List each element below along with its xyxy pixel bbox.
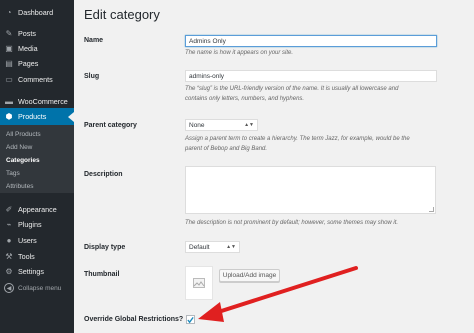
slug-field[interactable]: admins-only (185, 70, 437, 82)
settings-icon: ⚙ (5, 267, 13, 276)
pin-icon: ✎ (5, 29, 13, 38)
media-icon: ▣ (5, 44, 13, 53)
dashboard-icon: ◔ (6, 8, 12, 17)
users-icon: ● (6, 236, 12, 245)
sidebar-item-pages[interactable]: ▤ Pages (0, 55, 74, 72)
sidebar-item-label: Dashboard (18, 8, 54, 17)
submenu-item-categories[interactable]: Categories (6, 157, 40, 164)
sidebar-item-settings[interactable]: ⚙ Settings (0, 263, 74, 280)
display-type-value: Default (189, 243, 210, 251)
chevron-updown-icon: ▲▼ (244, 121, 254, 128)
upload-image-button[interactable]: Upload/Add image (219, 269, 280, 282)
display-type-select[interactable]: Default ▲▼ (185, 241, 240, 253)
chevron-updown-icon: ▲▼ (226, 243, 236, 250)
sidebar-item-label: WooCommerce (18, 97, 68, 106)
products-submenu: All Products Add New Categories Tags Att… (0, 125, 74, 193)
display-type-label: Display type (84, 244, 126, 251)
slug-description-line-2: contains only letters, numbers, and hyph… (185, 96, 305, 102)
image-placeholder-icon (193, 278, 205, 288)
appearance-icon: ✐ (5, 205, 13, 214)
sidebar-item-comments[interactable]: ▭ Comments (0, 71, 74, 88)
override-restrictions-checkbox[interactable] (186, 315, 195, 324)
parent-category-value: None (189, 121, 205, 129)
parent-description-line-2: parent of Bebop and Big Band. (185, 146, 268, 152)
submenu-item-attributes[interactable]: Attributes (6, 183, 33, 190)
override-restrictions-label: Override Global Restrictions? (84, 316, 184, 323)
slug-description-line-1: The “slug” is the URL-friendly version o… (185, 86, 399, 92)
plugins-icon: ⌁ (6, 220, 12, 229)
parent-category-label: Parent category (84, 122, 137, 129)
submenu-item-all-products[interactable]: All Products (6, 131, 41, 138)
collapse-menu-label: Collapse menu (18, 284, 62, 292)
description-label: Description (84, 171, 123, 178)
products-icon: ⬢ (5, 112, 13, 121)
parent-category-select[interactable]: None ▲▼ (185, 119, 258, 131)
sidebar-item-products[interactable]: ⬢ Products (0, 108, 74, 125)
sidebar-item-label: Pages (18, 59, 39, 68)
description-textarea[interactable] (185, 166, 436, 214)
comments-icon: ▭ (5, 75, 13, 84)
collapse-icon: ◀ (4, 283, 14, 293)
resize-handle-icon[interactable] (429, 207, 434, 212)
pages-icon: ▤ (5, 59, 13, 68)
name-label: Name (84, 37, 104, 44)
collapse-menu-button[interactable]: ◀ Collapse menu (4, 283, 61, 293)
sidebar-item-dashboard[interactable]: ◔ Dashboard (0, 4, 74, 21)
sidebar-item-users[interactable]: ● Users (0, 232, 74, 249)
page-title: Edit category (84, 7, 160, 22)
thumbnail-label: Thumbnail (84, 271, 120, 278)
tools-icon: ⚒ (5, 252, 13, 261)
checkmark-icon (187, 316, 194, 323)
woocommerce-icon: ▬ (5, 97, 13, 106)
sidebar-item-label: Tools (18, 252, 35, 261)
sidebar-item-label: Media (18, 44, 38, 53)
submenu-item-tags[interactable]: Tags (6, 170, 20, 177)
sidebar-item-label: Posts (18, 29, 36, 38)
slug-label: Slug (84, 73, 100, 80)
name-field[interactable]: Admins Only (185, 35, 437, 47)
sidebar-item-label: Appearance (18, 205, 57, 214)
sidebar-item-plugins[interactable]: ⌁ Plugins (0, 216, 74, 233)
sidebar-item-label: Comments (18, 75, 53, 84)
submenu-item-add-new[interactable]: Add New (6, 144, 32, 151)
description-help: The description is not prominent by defa… (185, 220, 399, 226)
admin-sidebar: ◔ Dashboard ✎ Posts ▣ Media ▤ Pages ▭ Co… (0, 0, 74, 333)
sidebar-item-label: Settings (18, 267, 44, 276)
sidebar-item-label: Plugins (18, 220, 42, 229)
name-description: The name is how it appears on your site. (185, 50, 294, 56)
sidebar-item-label: Users (18, 236, 37, 245)
parent-description-line-1: Assign a parent term to create a hierarc… (185, 136, 410, 142)
sidebar-item-label: Products (18, 112, 47, 121)
thumbnail-preview (185, 266, 213, 300)
